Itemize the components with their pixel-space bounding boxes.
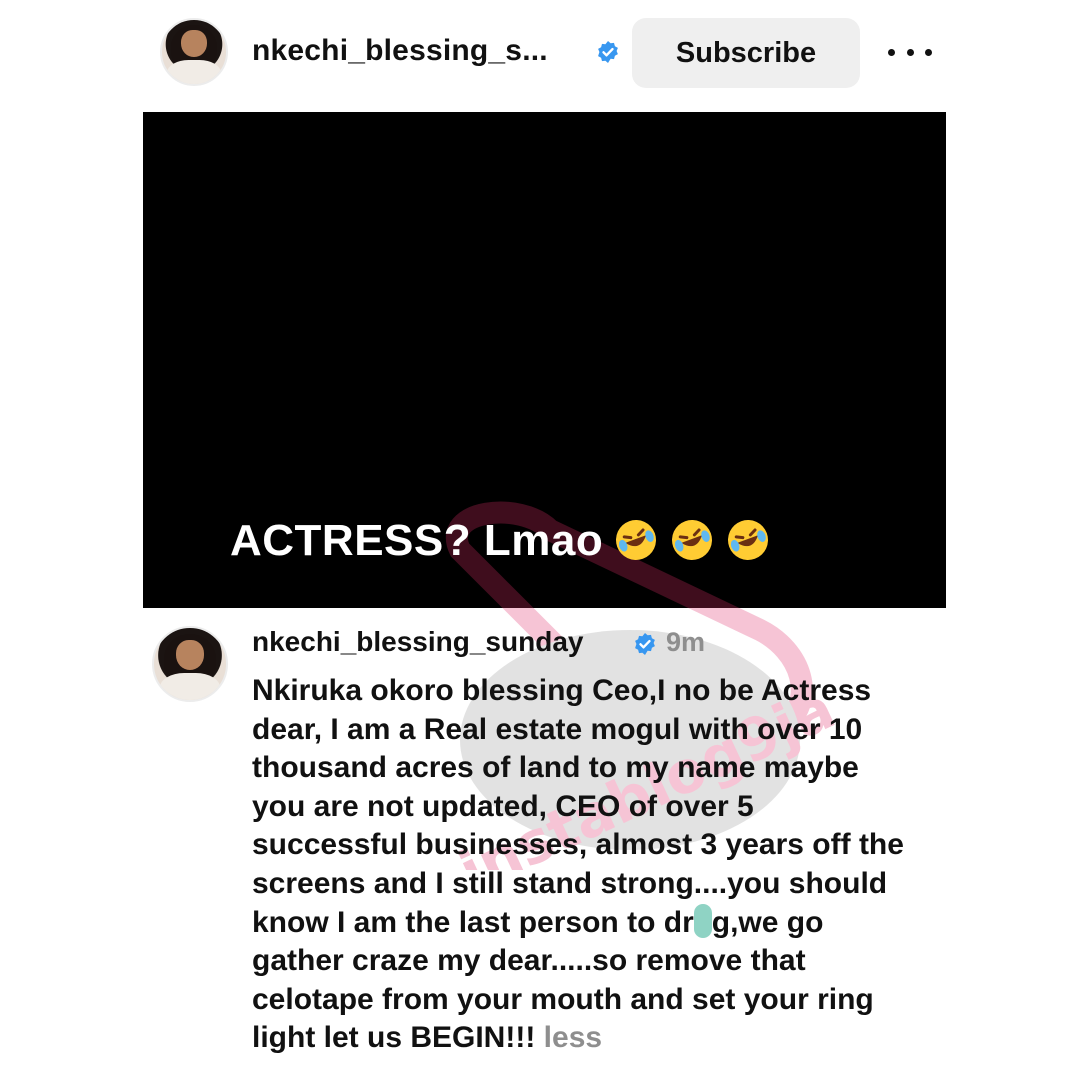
verified-badge-icon <box>635 633 655 655</box>
less-link[interactable]: less <box>544 1021 602 1054</box>
rofl-emoji-icon <box>616 520 657 560</box>
post-username[interactable]: nkechi_blessing_s... <box>252 34 548 68</box>
comment-timestamp: 9m <box>666 627 706 657</box>
comment-line: light let us BEGIN!!! less <box>252 1019 1012 1058</box>
comment-username[interactable]: nkechi_blessing_sunday <box>252 626 583 658</box>
rofl-emoji-icon <box>672 520 713 560</box>
comment-line: dear, I am a Real estate mogul with over… <box>252 712 863 746</box>
comment-line: successful businesses, almost 3 years of… <box>252 828 904 862</box>
comment-line: thousand acres of land to my name maybe <box>252 751 859 785</box>
comment-line: gather craze my dear.....so remove that <box>252 944 806 978</box>
media-caption-text: ACTRESS? Lmao <box>230 516 604 565</box>
comment-line: Nkiruka okoro blessing Ceo,I no be Actre… <box>252 674 872 707</box>
comment-line: celotape from your mouth and set your ri… <box>252 982 874 1016</box>
comment-line-part: light let us BEGIN!!! <box>252 1021 536 1055</box>
censor-smudge <box>693 903 712 938</box>
subscribe-button[interactable]: Subscribe <box>632 18 860 88</box>
comment-line: you are not updated, CEO of over 5 <box>252 789 754 823</box>
verified-badge-icon <box>598 41 618 63</box>
ellipsis-icon[interactable] <box>888 38 932 66</box>
comment-line: know I am the last person to dr g,we go <box>252 903 1012 943</box>
comment-text: Nkiruka okoro blessing Ceo,I no be Actre… <box>252 672 1012 1058</box>
comment-line: screens and I still stand strong....you … <box>252 866 888 900</box>
media-caption: ACTRESS? Lmao <box>230 516 771 566</box>
comment-line-part: know I am the last person to dr <box>252 905 694 939</box>
post-header: nkechi_blessing_s... Subscribe <box>0 0 1080 110</box>
comment-line-part: g,we go <box>711 905 824 939</box>
profile-avatar[interactable] <box>160 18 228 86</box>
comment-avatar[interactable] <box>152 626 228 702</box>
rofl-emoji-icon <box>728 520 769 560</box>
